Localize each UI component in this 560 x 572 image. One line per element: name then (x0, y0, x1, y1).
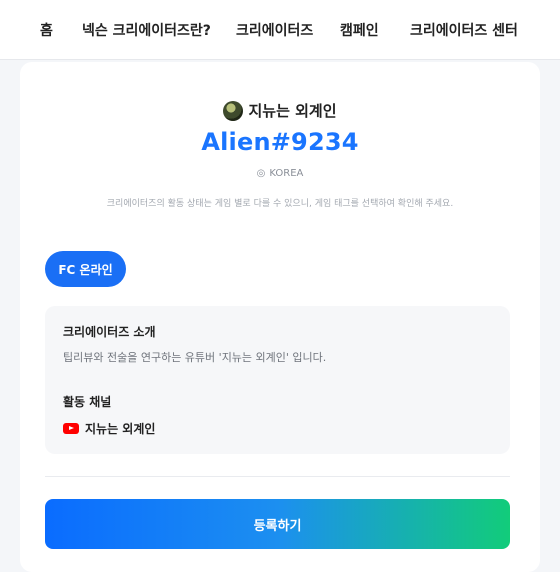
intro-text: 팁리뷰와 전술을 연구하는 유튜버 '지뉴는 외계인' 입니다. (63, 351, 327, 364)
youtube-icon (63, 423, 79, 434)
game-tag-chip-fc-online[interactable]: FC 온라인 (45, 251, 126, 287)
activity-notice: 크리에이터즈의 활동 상태는 게임 별로 다를 수 있으니, 게임 태그를 선택… (106, 199, 454, 209)
avatar (223, 100, 244, 121)
location-pin-icon: ◎ (256, 168, 266, 179)
nav-item-creators-center[interactable]: 크리에이터즈 센터 (410, 20, 518, 40)
game-tag: Alien#9234 (201, 128, 359, 156)
top-navigation: 홈 넥슨 크리에이터즈란? 크리에이터즈 캠페인 크리에이터즈 센터 (0, 0, 560, 60)
nav-item-creators[interactable]: 크리에이터즈 (236, 20, 313, 40)
nav-item-home[interactable]: 홈 (40, 20, 53, 40)
youtube-channel-link[interactable]: 지뉴는 외계인 (63, 420, 155, 437)
intro-heading: 크리에이터즈 소개 (63, 325, 156, 339)
profile-display-name: 지뉴는 외계인 (248, 102, 337, 120)
creator-info-box: 크리에이터즈 소개 팁리뷰와 전술을 연구하는 유튜버 '지뉴는 외계인' 입니… (45, 306, 510, 454)
country-row: ◎ KOREA (20, 168, 540, 179)
creator-profile-card: 지뉴는 외계인 Alien#9234 ◎ KOREA 크리에이터즈의 활동 상태… (20, 62, 540, 572)
channel-heading: 활동 채널 (63, 395, 112, 409)
nav-item-campaign[interactable]: 캠페인 (340, 20, 379, 40)
country-label: KOREA (269, 168, 304, 179)
divider (45, 476, 510, 477)
nav-item-about[interactable]: 넥슨 크리에이터즈란? (82, 20, 211, 40)
profile-name-row: 지뉴는 외계인 (20, 100, 540, 121)
register-button[interactable]: 등록하기 (45, 499, 510, 549)
channel-name: 지뉴는 외계인 (85, 422, 156, 436)
